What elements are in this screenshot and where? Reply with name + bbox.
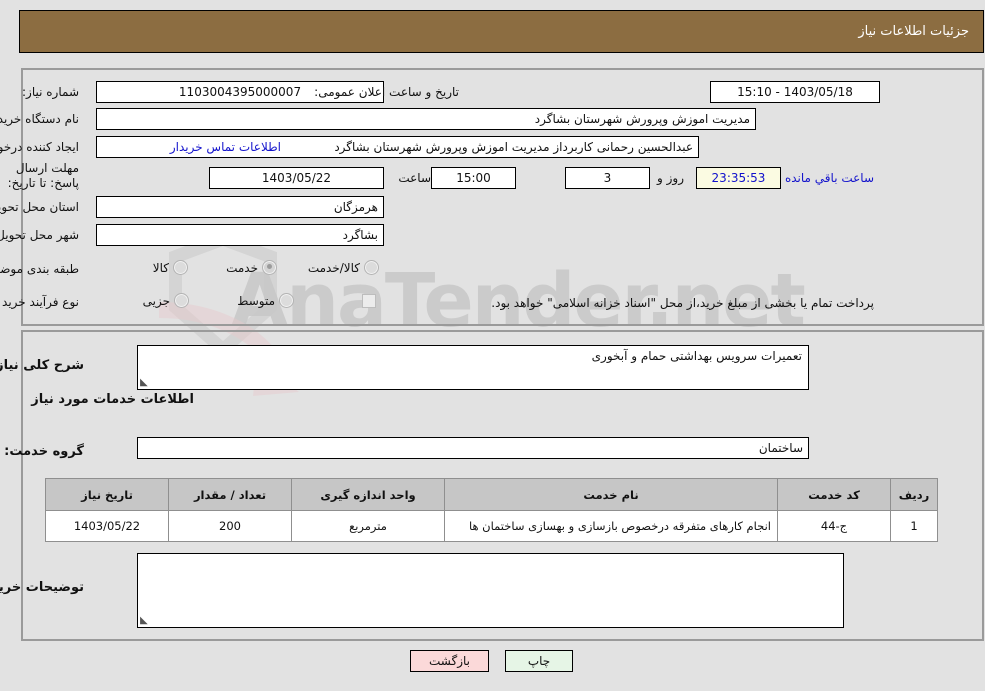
summary-text: تعمیرات سرویس بهداشتی حمام و آبخوری <box>592 349 803 363</box>
col-date: تاریخ نیاز <box>46 478 170 511</box>
col-unit: واحد اندازه گیری <box>292 478 446 511</box>
countdown-remaining-label: ساعت باقي مانده <box>785 171 875 185</box>
request-creator-label: ایجاد کننده درخواست: <box>0 140 80 154</box>
page-title: جزئیات اطلاعات نیاز <box>859 24 970 39</box>
buyer-org-field: مدیریت اموزش وپرورش شهرستان بشاگرد <box>97 108 757 130</box>
category-radio-kala-khedmat[interactable]: کالا/خدمت <box>309 260 380 275</box>
process-radio-motavaset[interactable]: متوسط <box>238 293 295 308</box>
category-radio-khedmat[interactable]: خدمت <box>227 260 278 275</box>
radio-circle-icon <box>175 293 190 308</box>
province-field: هرمزگان <box>97 196 385 218</box>
cell-qty: 200 <box>169 510 293 542</box>
radio-circle-icon <box>365 260 380 275</box>
table-header-row: ردیف کد خدمت نام خدمت واحد اندازه گیری ت… <box>46 478 939 511</box>
cell-date: 1403/05/22 <box>46 510 170 542</box>
treasury-bonds-checkbox[interactable] <box>363 294 377 308</box>
days-remaining-field: 3 <box>566 167 651 189</box>
deadline-time-field: 15:00 <box>432 167 517 189</box>
page-header-bar: جزئیات اطلاعات نیاز <box>20 10 985 53</box>
announce-datetime-label: تاریخ و ساعت اعلان عمومی: <box>315 85 460 99</box>
radio-circle-icon <box>263 260 278 275</box>
col-row: ردیف <box>891 478 939 511</box>
cell-code: ج-44 <box>778 510 892 542</box>
radio-circle-icon <box>280 293 295 308</box>
announce-datetime-field: 1403/05/18 - 15:10 <box>711 81 881 103</box>
category-radio-kala-label: کالا <box>153 260 170 275</box>
deadline-label: مهلت ارسال پاسخ: تا تاریخ: <box>8 161 80 190</box>
purchase-process-label: نوع فرآیند خرید : <box>0 295 80 309</box>
resize-handle-icon[interactable]: ◢ <box>141 615 151 626</box>
city-field: بشاگرد <box>97 224 385 246</box>
process-radio-motavaset-label: متوسط <box>238 293 276 308</box>
radio-circle-icon <box>174 260 189 275</box>
resize-handle-icon[interactable]: ◢ <box>141 377 151 388</box>
category-radio-kala-khedmat-label: کالا/خدمت <box>308 260 361 275</box>
cell-unit: مترمربع <box>292 510 446 542</box>
services-table: ردیف کد خدمت نام خدمت واحد اندازه گیری ت… <box>46 478 939 542</box>
table-row: 1 ج-44 انجام کارهای متفرقه درخصوص بازساز… <box>46 510 939 542</box>
deadline-date-field: 1403/05/22 <box>210 167 385 189</box>
process-radio-jozi-label: جزیی <box>143 293 171 308</box>
category-radio-khedmat-label: خدمت <box>227 260 259 275</box>
buyer-notes-label: توضیحات خریدار: <box>0 580 85 595</box>
process-radio-jozi[interactable]: جزیی <box>144 293 190 308</box>
category-radio-kala[interactable]: کالا <box>154 260 189 275</box>
days-remaining-label: روز و <box>658 171 685 185</box>
service-group-label: گروه خدمت: <box>5 444 85 459</box>
province-label: استان محل تحویل: <box>0 200 80 214</box>
footer-button-row: بازگشت چاپ <box>0 650 985 672</box>
countdown-timer-field: 23:35:53 <box>697 167 782 189</box>
buyer-notes-textarea[interactable]: ◢ <box>138 553 845 628</box>
city-label: شهر محل تحویل: <box>0 228 80 242</box>
col-name: نام خدمت <box>445 478 779 511</box>
category-label: طبقه بندی موضوعی: <box>0 262 80 276</box>
service-group-field: ساختمان <box>138 437 810 459</box>
treasury-bonds-note: پرداخت تمام یا بخشی از مبلغ خرید،از محل … <box>492 296 875 310</box>
cell-name: انجام کارهای متفرقه درخصوص بازسازی و بهس… <box>445 510 779 542</box>
services-heading: اطلاعات خدمات مورد نیاز <box>32 392 195 407</box>
buyer-contact-link[interactable]: اطلاعات تماس خریدار <box>171 140 282 154</box>
need-number-label: شماره نیاز: <box>23 85 80 99</box>
cell-row: 1 <box>891 510 939 542</box>
print-button[interactable]: چاپ <box>506 650 574 672</box>
deadline-hour-label: ساعت <box>399 171 432 185</box>
back-button[interactable]: بازگشت <box>411 650 490 672</box>
buyer-org-label: نام دستگاه خریدار: <box>0 112 80 126</box>
summary-label: شرح کلی نیاز: <box>0 358 85 373</box>
col-code: کد خدمت <box>778 478 892 511</box>
col-qty: تعداد / مقدار <box>169 478 293 511</box>
summary-textarea[interactable]: تعمیرات سرویس بهداشتی حمام و آبخوری ◢ <box>138 345 810 390</box>
